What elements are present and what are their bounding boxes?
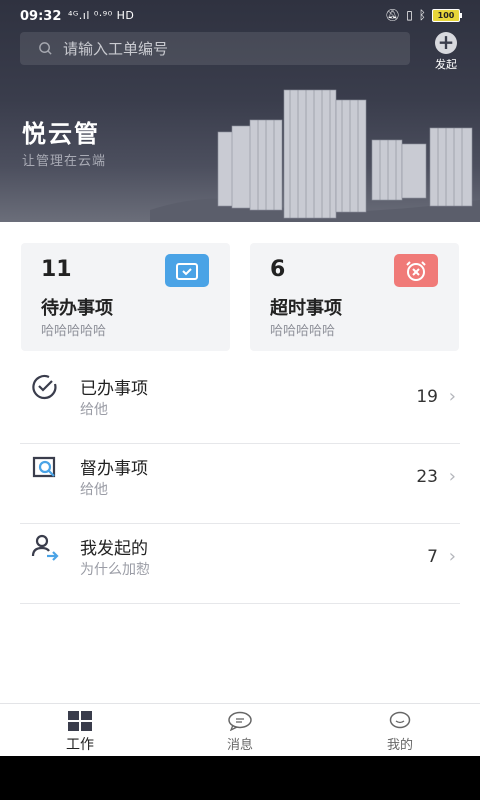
inbox-check-icon <box>176 262 198 280</box>
todo-title: 待办事项 <box>41 298 113 319</box>
todo-count: 11 <box>41 257 72 282</box>
battery-icon: 100 <box>432 8 462 22</box>
search-doc-icon <box>32 456 56 478</box>
launch-button[interactable]: + 发起 <box>428 32 464 72</box>
bottom-tab-bar: 工作 消息 我的 <box>0 703 480 756</box>
todo-subtitle: 哈哈哈哈哈 <box>41 324 107 339</box>
tab-mine[interactable]: 我的 <box>340 710 460 753</box>
list-item-count: 19 <box>416 387 438 407</box>
search-placeholder: 请输入工单编号 <box>63 40 169 58</box>
app-screen: 09:32 ⁴ᴳ.ıl ⁰·⁹⁰ HD 🔕︎ ▯ ᛒ 100 请输入工单编号 +… <box>0 0 480 756</box>
chat-icon <box>228 711 252 731</box>
list-item-title: 已办事项 <box>80 379 148 399</box>
todo-badge <box>165 254 209 287</box>
tab-label: 我的 <box>386 738 413 753</box>
alarm-clock-icon <box>406 260 426 281</box>
launch-label: 发起 <box>435 58 457 71</box>
header-banner: 09:32 ⁴ᴳ.ıl ⁰·⁹⁰ HD 🔕︎ ▯ ᛒ 100 请输入工单编号 +… <box>0 0 480 222</box>
list-item-count: 7 <box>427 547 438 567</box>
brand-subtitle: 让管理在云端 <box>22 154 107 169</box>
plus-icon: + <box>435 32 457 54</box>
list-item-count: 23 <box>416 467 438 487</box>
check-circle-icon <box>32 374 57 400</box>
status-time: 09:32 <box>20 9 62 24</box>
list-item-supervise[interactable]: 督办事项 给他 23 › <box>20 444 460 524</box>
list-item-title: 我发起的 <box>80 539 148 559</box>
list-item-done[interactable]: 已办事项 给他 19 › <box>20 364 460 444</box>
tab-label: 消息 <box>226 738 253 753</box>
list-item-subtitle: 为什么加愸 <box>80 562 150 578</box>
tab-label: 工作 <box>66 737 94 753</box>
list-item-subtitle: 给他 <box>80 482 108 498</box>
chevron-right-icon: › <box>448 546 456 567</box>
bluetooth-icon: ᛒ <box>418 8 426 22</box>
status-right: 🔕︎ ▯ ᛒ 100 <box>384 8 462 22</box>
vibrate-icon: ▯ <box>406 8 413 22</box>
overdue-title: 超时事项 <box>270 298 342 319</box>
list-item-subtitle: 给他 <box>80 402 108 418</box>
list-item-title: 督办事项 <box>80 459 148 479</box>
todo-card[interactable]: 11 待办事项 哈哈哈哈哈 <box>21 243 230 351</box>
overdue-subtitle: 哈哈哈哈哈 <box>270 324 336 339</box>
chevron-right-icon: › <box>448 386 456 407</box>
search-icon <box>39 42 52 55</box>
tab-messages[interactable]: 消息 <box>180 710 300 753</box>
search-input[interactable]: 请输入工单编号 <box>20 32 410 65</box>
mute-icon: 🔕︎ <box>384 8 401 22</box>
overdue-count: 6 <box>270 257 286 282</box>
city-skyline-illustration <box>150 89 480 222</box>
overdue-badge <box>394 254 438 287</box>
grid-icon <box>68 711 92 731</box>
chevron-right-icon: › <box>448 466 456 487</box>
navigation-bar-area <box>0 756 480 800</box>
list-item-initiated[interactable]: 我发起的 为什么加愸 7 › <box>20 524 460 604</box>
profile-icon <box>389 711 411 729</box>
tab-work[interactable]: 工作 <box>20 710 140 754</box>
overdue-card[interactable]: 6 超时事项 哈哈哈哈哈 <box>250 243 459 351</box>
status-bar: 09:32 ⁴ᴳ.ıl ⁰·⁹⁰ HD 🔕︎ ▯ ᛒ 100 <box>0 0 480 34</box>
user-send-icon <box>31 534 59 561</box>
network-indicator: ⁴ᴳ.ıl ⁰·⁹⁰ HD <box>68 9 135 22</box>
brand-title: 悦云管 <box>22 120 100 148</box>
